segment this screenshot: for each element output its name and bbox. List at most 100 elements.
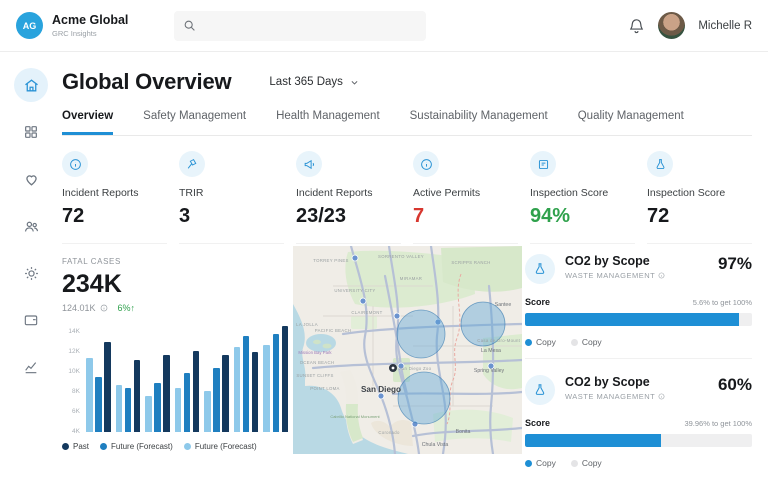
kpi-value: 7	[413, 205, 518, 228]
bar[interactable]	[145, 396, 152, 432]
date-range-label: Last 365 Days	[269, 76, 343, 88]
sidebar-item-apps[interactable]	[14, 115, 48, 149]
bar[interactable]	[175, 388, 182, 432]
bar-group	[116, 322, 141, 432]
map-label: La Mesa	[481, 348, 501, 354]
bar-group	[263, 322, 288, 432]
search-input[interactable]	[203, 20, 417, 32]
tab-safety-management[interactable]: Safety Management	[143, 110, 246, 135]
zoo-marker-dot	[392, 367, 395, 370]
tab-quality-management[interactable]: Quality Management	[578, 110, 684, 135]
bar[interactable]	[263, 345, 270, 432]
tab-health-management[interactable]: Health Management	[276, 110, 380, 135]
kpi-label: Incident Reports	[62, 187, 167, 199]
map-label: Mission Bay Park	[298, 350, 332, 355]
sidebar-nav	[0, 52, 62, 477]
megaphone-icon	[296, 151, 322, 177]
bar[interactable]	[154, 383, 161, 432]
date-range-dropdown[interactable]: Last 365 Days	[269, 76, 359, 88]
card-legend: Copy Copy	[525, 458, 752, 468]
score-hint: 39.96% to get 100%	[684, 419, 752, 428]
map-label: PACIFIC BEACH	[315, 328, 352, 333]
bar[interactable]	[282, 326, 289, 432]
top-bar: AG Acme Global GRC Insights Michelle R	[0, 0, 768, 52]
kpi-label: TRIR	[179, 187, 284, 199]
sidebar-item-wallet[interactable]	[14, 303, 48, 337]
map-label: SORRENTO VALLEY	[378, 254, 424, 259]
kpi-trir[interactable]: TRIR 3	[179, 149, 284, 244]
legend-item-past: Past	[62, 442, 89, 451]
bar[interactable]	[95, 377, 102, 432]
map-bubble[interactable]	[398, 372, 450, 424]
fatal-cases-plot	[86, 322, 288, 432]
kpi-incident-reports-ratio[interactable]: Incident Reports 23/23	[296, 149, 401, 244]
y-tick-label: 12K	[62, 348, 80, 355]
bar[interactable]	[184, 373, 191, 432]
map-islet	[323, 344, 332, 349]
legend-dot	[100, 443, 107, 450]
co2-card-0[interactable]: CO2 by Scope WASTE MANAGEMENT 97%	[525, 246, 752, 347]
map-label: OCEAN BEACH	[300, 360, 335, 365]
bar[interactable]	[273, 334, 280, 432]
tab-sustainability-management[interactable]: Sustainability Management	[410, 110, 548, 135]
sidebar-item-people[interactable]	[14, 209, 48, 243]
map-bubble[interactable]	[397, 310, 445, 358]
notification-bell-icon[interactable]	[628, 17, 645, 34]
legend-item: Copy	[525, 458, 556, 468]
bar[interactable]	[234, 347, 241, 432]
product-name: GRC Insights	[52, 29, 128, 38]
card-title: CO2 by Scope	[565, 375, 718, 389]
kpi-value: 94%	[530, 205, 635, 228]
card-legend: Copy Copy	[525, 337, 752, 347]
bar[interactable]	[116, 385, 123, 432]
flask-icon	[647, 151, 673, 177]
sidebar-item-sustainability[interactable]	[14, 256, 48, 290]
bar[interactable]	[104, 342, 111, 432]
bar-group	[145, 322, 170, 432]
bar[interactable]	[222, 355, 229, 432]
co2-card-1[interactable]: CO2 by Scope WASTE MANAGEMENT 60%	[525, 358, 752, 468]
sidebar-item-health[interactable]	[14, 162, 48, 196]
legend-dot	[184, 443, 191, 450]
kpi-inspection-score-pct[interactable]: Inspection Score 94%	[530, 149, 635, 244]
legend-item: Copy	[525, 337, 556, 347]
bar[interactable]	[193, 351, 200, 432]
card-subtitle: WASTE MANAGEMENT	[565, 392, 655, 401]
home-icon	[23, 77, 40, 94]
card-header: CO2 by Scope WASTE MANAGEMENT 60%	[525, 375, 752, 405]
map-label: Chula Vista	[422, 442, 449, 448]
progress-fill	[525, 434, 661, 447]
bar[interactable]	[213, 368, 220, 432]
info-icon	[413, 151, 439, 177]
bar[interactable]	[252, 352, 259, 432]
bar[interactable]	[163, 355, 170, 432]
user-avatar[interactable]	[658, 12, 685, 39]
sidebar-item-home[interactable]	[14, 68, 48, 102]
legend-dot	[62, 443, 69, 450]
fatal-cases-delta: 6%↑	[118, 303, 136, 313]
bar[interactable]	[204, 391, 211, 432]
kpi-incident-reports[interactable]: Incident Reports 72	[62, 149, 167, 244]
kpi-value: 72	[647, 205, 752, 228]
map-widget[interactable]: TORREY PINES SORRENTO VALLEY SCRIPPS RAN…	[293, 246, 522, 454]
tab-overview[interactable]: Overview	[62, 110, 113, 135]
kpi-inspection-score[interactable]: Inspection Score 72	[647, 149, 752, 244]
sidebar-item-analytics[interactable]	[14, 350, 48, 384]
map-label: SUNSET CLIFFS	[296, 373, 333, 378]
bar[interactable]	[86, 358, 93, 432]
info-icon	[658, 272, 665, 279]
progress-fill	[525, 313, 739, 326]
bar[interactable]	[134, 360, 141, 432]
heart-icon	[23, 171, 40, 188]
map-label: Coronado	[378, 430, 400, 435]
kpi-active-permits[interactable]: Active Permits 7	[413, 149, 518, 244]
card-header: CO2 by Scope WASTE MANAGEMENT 97%	[525, 254, 752, 284]
sun-icon	[23, 265, 40, 282]
bar[interactable]	[125, 388, 132, 432]
bar[interactable]	[243, 336, 250, 432]
map-label: LA JOLLA	[296, 322, 318, 327]
search-bar[interactable]	[174, 11, 426, 41]
card-percentage: 97%	[718, 254, 752, 274]
map-label: POINT LOMA	[310, 386, 339, 391]
page-title: Global Overview	[62, 69, 231, 95]
